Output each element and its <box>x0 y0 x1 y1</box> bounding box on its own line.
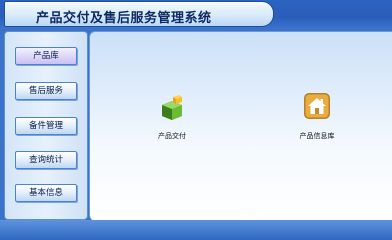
header-bar: 产品交付及售后服务管理系统 <box>0 0 392 28</box>
sidebar-item-product-library[interactable]: 产品库 <box>15 47 77 65</box>
sidebar: 产品库 售后服务 备件管理 查询统计 基本信息 <box>4 31 88 220</box>
product-delivery-icon <box>162 95 182 120</box>
tile-label: 产品交付 <box>158 132 186 140</box>
product-info-library-icon <box>304 93 330 119</box>
title-panel: 产品交付及售后服务管理系统 <box>4 1 274 27</box>
sidebar-item-spare-parts[interactable]: 备件管理 <box>15 117 77 135</box>
tile-product-info-library[interactable]: 产品信息库 <box>277 92 357 152</box>
page-title: 产品交付及售后服务管理系统 <box>36 11 212 26</box>
tile-product-delivery[interactable]: 产品交付 <box>132 92 212 152</box>
main-panel: 产品交付 产品信息库 <box>89 31 392 221</box>
app-window: 产品交付及售后服务管理系统 产品库 售后服务 备件管理 查询统计 基本信息 产品… <box>0 0 392 240</box>
tile-label: 产品信息库 <box>299 132 335 140</box>
footer-bar <box>0 220 392 240</box>
sidebar-item-query-statistics[interactable]: 查询统计 <box>15 151 77 169</box>
sidebar-item-after-sales[interactable]: 售后服务 <box>15 82 77 100</box>
sidebar-item-basic-info[interactable]: 基本信息 <box>15 184 77 202</box>
